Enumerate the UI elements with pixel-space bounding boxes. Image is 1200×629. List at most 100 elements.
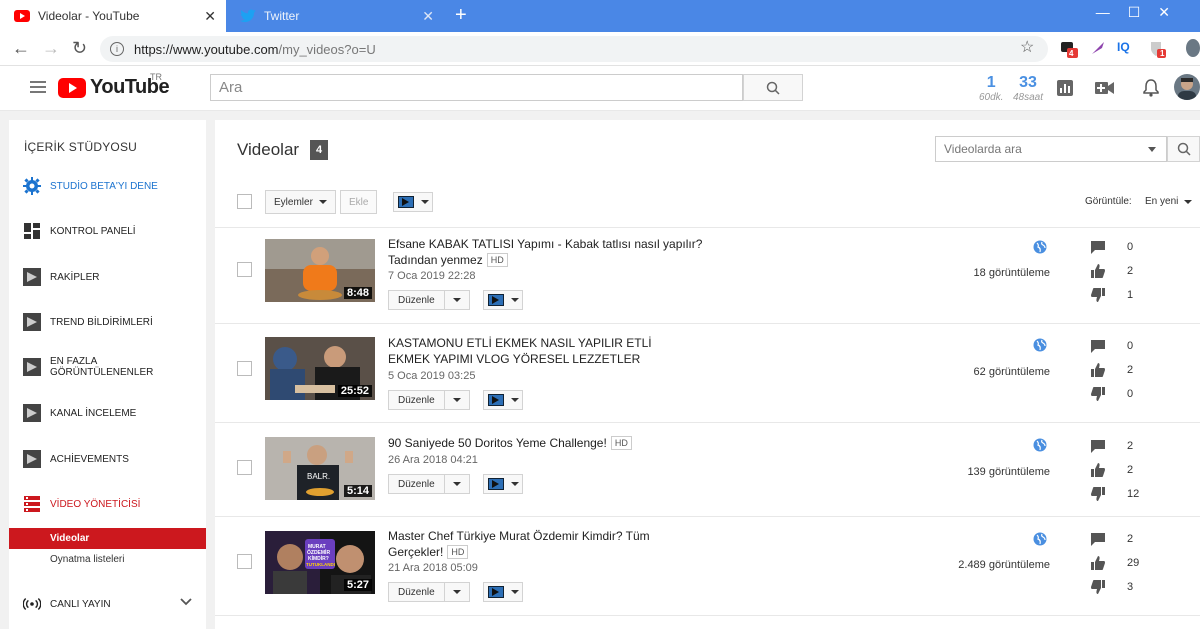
comments-metric[interactable]: 0 (1091, 240, 1151, 254)
video-thumbnail[interactable]: BALR. 5:14 (265, 437, 375, 500)
window-controls[interactable]: —☐✕ (1096, 4, 1188, 21)
dislikes-metric[interactable]: 3 (1091, 580, 1151, 594)
upload-video-icon[interactable] (1095, 78, 1115, 98)
extension-icon[interactable] (1060, 40, 1078, 58)
vidiq-video-button[interactable] (483, 290, 523, 310)
sidebar-item-video-manager[interactable]: VİDEO YÖNETİCİSİ (9, 484, 206, 524)
profile-avatar-icon[interactable] (1186, 39, 1200, 57)
sort-select[interactable]: En yeni (1145, 196, 1193, 207)
realtime-stat-60min[interactable]: 1 60dk. (979, 74, 1003, 103)
likes-metric[interactable]: 2 (1091, 363, 1151, 377)
video-search-button[interactable] (1167, 136, 1200, 162)
video-select-checkbox[interactable] (237, 262, 252, 277)
url-field[interactable]: i https://www.youtube.com/my_videos?o=U (100, 36, 1048, 62)
search-input[interactable]: Ara (210, 74, 743, 101)
video-date: 7 Oca 2019 22:28 (388, 270, 476, 282)
comments-metric[interactable]: 2 (1091, 532, 1151, 546)
video-thumbnail[interactable]: MURAT ÖZDEMİR KİMDİR? TUTUKLANDI 5:27 (265, 531, 375, 594)
caret-down-icon[interactable] (453, 590, 461, 594)
video-title: KASTAMONU ETLİ EKMEK NASIL YAPILIR ETLİ … (388, 336, 652, 366)
realtime-stat-48h[interactable]: 33 48saat (1013, 74, 1043, 103)
likes-metric[interactable]: 2 (1091, 463, 1151, 477)
video-select-checkbox[interactable] (237, 361, 252, 376)
thumbs-up-icon (1091, 463, 1105, 477)
comments-metric[interactable]: 2 (1091, 439, 1151, 453)
feather-extension-icon[interactable] (1090, 40, 1106, 56)
add-to-button[interactable]: Ekle (340, 190, 378, 214)
sidebar: İÇERİK STÜDYOSU STUDİO BETA'YI DENE KONT… (9, 120, 206, 629)
video-title-link[interactable]: Efsane KABAK TATLISI Yapımı - Kabak tatl… (388, 236, 708, 268)
sidebar-item-competitors[interactable]: RAKİPLER (9, 257, 206, 297)
edit-button[interactable]: Düzenle (388, 290, 470, 310)
sidebar-subitem-playlists[interactable]: Oynatma listeleri (9, 549, 206, 570)
caret-down-icon (511, 482, 519, 486)
search-button[interactable] (743, 74, 803, 101)
tab-twitter[interactable]: Twitter ✕ (226, 0, 444, 32)
reload-icon[interactable]: ↻ (72, 38, 87, 59)
comments-metric[interactable]: 0 (1091, 339, 1151, 353)
vidiq-bulk-button[interactable] (393, 192, 433, 212)
menu-icon[interactable] (30, 81, 46, 96)
likes-metric[interactable]: 2 (1091, 264, 1151, 278)
close-tab-icon[interactable]: ✕ (422, 8, 434, 25)
sidebar-item-trend-alerts[interactable]: TREND BİLDİRİMLERİ (9, 302, 206, 342)
comment-icon (1091, 439, 1105, 453)
likes-metric[interactable]: 29 (1091, 556, 1151, 570)
sidebar-item-channel-review[interactable]: KANAL İNCELEME (9, 393, 206, 433)
dislikes-metric[interactable]: 1 (1091, 288, 1151, 302)
vidiq-video-button[interactable] (483, 582, 523, 602)
info-icon[interactable]: i (110, 42, 124, 56)
dislikes-metric[interactable]: 12 (1091, 487, 1151, 501)
sidebar-item-live[interactable]: CANLI YAYIN (9, 584, 206, 624)
view-count[interactable]: 139 görüntüleme (967, 466, 1050, 478)
dropdown-caret-icon[interactable] (1148, 147, 1156, 152)
edit-button[interactable]: Düzenle (388, 582, 470, 602)
video-search-input[interactable]: Videolarda ara (935, 136, 1167, 162)
caret-down-icon[interactable] (453, 482, 461, 486)
comment-count: 0 (1127, 340, 1134, 352)
sidebar-item-studio-beta[interactable]: STUDİO BETA'YI DENE (9, 166, 206, 206)
edit-button[interactable]: Düzenle (388, 390, 470, 410)
actions-dropdown-button[interactable]: Eylemler (265, 190, 336, 214)
video-title-link[interactable]: 90 Saniyede 50 Doritos Yeme Challenge! HD (388, 435, 708, 451)
vidiq-video-button[interactable] (483, 474, 523, 494)
forward-icon[interactable]: → (42, 38, 60, 59)
sidebar-item-achievements[interactable]: ACHİEVEMENTS (9, 439, 206, 479)
select-all-checkbox[interactable] (237, 194, 252, 209)
video-select-checkbox[interactable] (237, 460, 252, 475)
video-thumbnail[interactable]: 25:52 (265, 337, 375, 400)
back-icon[interactable]: ← (12, 38, 30, 59)
dislikes-metric[interactable]: 0 (1091, 387, 1151, 401)
sidebar-item-label: KANAL İNCELEME (50, 407, 137, 419)
video-count-badge: 4 (310, 140, 328, 160)
sidebar-item-label: STUDİO BETA'YI DENE (50, 180, 158, 192)
edit-button[interactable]: Düzenle (388, 474, 470, 494)
view-count[interactable]: 18 görüntüleme (974, 267, 1050, 279)
new-tab-icon[interactable]: + (455, 4, 467, 27)
channel-avatar[interactable] (1174, 74, 1200, 100)
video-thumbnail[interactable]: 8:48 (265, 239, 375, 302)
video-manager-icon (23, 495, 41, 513)
vidiq-video-button[interactable] (483, 390, 523, 410)
analytics-icon[interactable] (1055, 78, 1075, 98)
video-list-panel: Videolar 4 Videolarda ara Eylemler Ekle … (215, 120, 1200, 629)
dislike-count: 1 (1127, 289, 1134, 301)
close-tab-icon[interactable]: ✕ (204, 8, 216, 25)
notifications-bell-icon[interactable] (1141, 78, 1161, 98)
sidebar-item-most-viewed[interactable]: EN FAZLA GÖRÜNTÜLENENLER (9, 347, 206, 387)
view-count[interactable]: 62 görüntüleme (974, 366, 1050, 378)
tab-youtube[interactable]: Videolar - YouTube ✕ (0, 0, 226, 32)
caret-down-icon[interactable] (453, 398, 461, 402)
youtube-logo[interactable]: YouTube TR (58, 72, 170, 99)
video-title-link[interactable]: Master Chef Türkiye Murat Özdemir Kimdir… (388, 528, 678, 560)
video-duration: 8:48 (343, 287, 372, 299)
caret-down-icon[interactable] (453, 298, 461, 302)
video-select-checkbox[interactable] (237, 554, 252, 569)
sidebar-subitem-videos[interactable]: Videolar (9, 528, 206, 549)
bookmark-star-icon[interactable]: ☆ (1020, 37, 1034, 57)
iq-extension-icon[interactable]: IQ (1117, 40, 1137, 56)
view-count[interactable]: 2.489 görüntüleme (958, 559, 1050, 571)
video-title-link[interactable]: KASTAMONU ETLİ EKMEK NASIL YAPILIR ETLİ … (388, 335, 688, 367)
sidebar-item-dashboard[interactable]: KONTROL PANELİ (9, 211, 206, 251)
chevron-down-icon[interactable] (180, 598, 192, 609)
